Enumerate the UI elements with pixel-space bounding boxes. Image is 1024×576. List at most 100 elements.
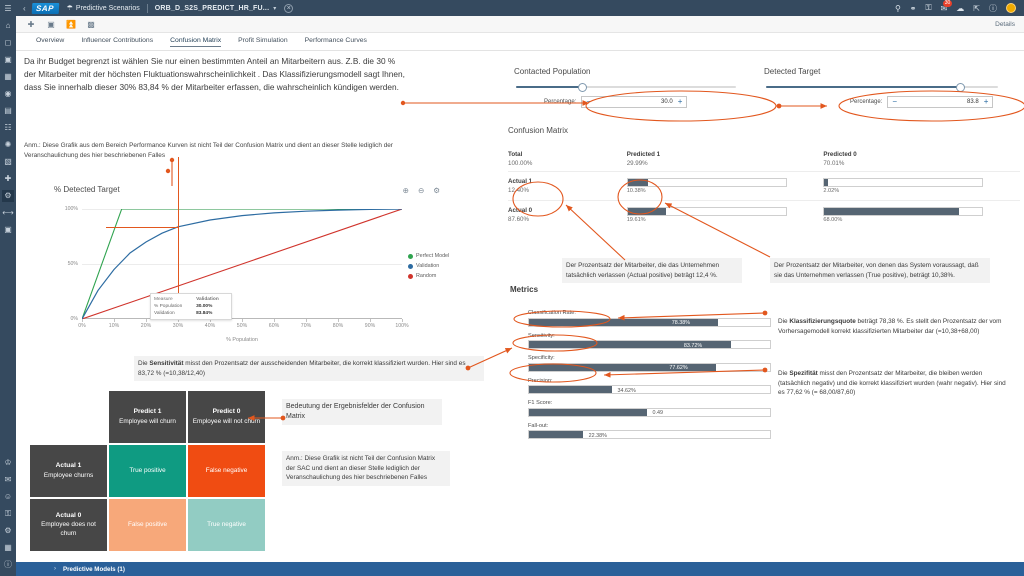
x-tickmark-80 xyxy=(338,319,339,322)
cm-row-actual-1-total: 12.40% xyxy=(508,187,529,194)
tab-confusion-matrix[interactable]: Confusion Matrix xyxy=(170,37,222,47)
user-icon[interactable]: ♔ xyxy=(2,457,14,469)
info-icon[interactable]: ⓘ xyxy=(2,559,14,571)
metric-precision: Precision: 34.62% xyxy=(528,378,771,394)
x-tick-label-40: 40% xyxy=(204,323,216,329)
cm-bar-fill-a0-p0 xyxy=(824,208,959,215)
metrics-title: Metrics xyxy=(510,285,539,294)
cm-header-predicted-0-title: Predicted 0 xyxy=(823,151,857,158)
save-icon[interactable]: ▣ xyxy=(46,20,56,29)
detected-target-value[interactable]: 83.8 xyxy=(967,99,979,105)
avatar[interactable] xyxy=(1006,3,1016,13)
message-icon[interactable]: ✉ xyxy=(2,474,14,486)
apps-icon[interactable]: ▦ xyxy=(2,542,14,554)
contacted-population-slider-track[interactable] xyxy=(516,82,736,92)
detected-target-plus-button[interactable]: + xyxy=(984,98,989,106)
left-navigation-rail[interactable]: ☰ ⌂ ◻ ▣ ▦ ◉ ▤ ☷ ✺ ▧ ✚ ⚙ ⟷ ▣ ♔ ✉ ☺ ⚿ ⚙ ▦ … xyxy=(0,0,16,576)
file-icon[interactable]: ◻ xyxy=(2,37,14,49)
back-icon[interactable]: ‹ xyxy=(23,4,26,13)
metric-f1-score-bar: 0.49 xyxy=(528,407,771,417)
x-tickmark-90 xyxy=(370,319,371,322)
presentation-icon[interactable]: ▣ xyxy=(2,54,14,66)
metric-sensitivity-bar: 83.72% xyxy=(528,340,771,349)
contacted-population-slider-knob[interactable] xyxy=(578,82,587,92)
metric-f1-score-fill xyxy=(529,408,648,416)
contacted-population-stepper[interactable]: − 30.0 + xyxy=(581,96,688,108)
search-icon[interactable]: ⚲ xyxy=(895,4,901,13)
home-icon[interactable]: ⌂ xyxy=(2,20,14,32)
contacted-population-value[interactable]: 30.0 xyxy=(661,99,673,105)
add-icon[interactable]: ✚ xyxy=(26,20,36,29)
tab-performance-curves[interactable]: Performance Curves xyxy=(305,37,367,46)
bulb-icon[interactable]: ⚿ xyxy=(926,3,932,13)
illustration-header-predict-1: Predict 1 Employee will churn xyxy=(109,391,186,443)
illustration-header-predict-0: Predict 0 Employee will not churn xyxy=(188,391,265,443)
contacted-population-plus-button[interactable]: + xyxy=(678,98,683,106)
lock-icon[interactable]: ⚿ xyxy=(2,508,14,520)
calendar-icon[interactable]: ☷ xyxy=(2,122,14,134)
detected-target-minus-button[interactable]: − xyxy=(892,98,897,106)
intro-text: Da ihr Budget begrenzt ist wählen Sie nu… xyxy=(24,56,405,92)
confusion-matrix-title: Confusion Matrix xyxy=(508,126,569,135)
metric-sensitivity-value: 83.72% xyxy=(683,342,703,349)
specificity-note-bold: Spezifität xyxy=(789,370,818,377)
sensitivity-note: Die Sensitivität misst den Prozentsatz d… xyxy=(134,356,484,382)
predictive-icon[interactable]: ⚙ xyxy=(2,190,14,202)
tab-influencer-contributions[interactable]: Influencer Contributions xyxy=(81,37,153,46)
detected-target-slider-knob[interactable] xyxy=(956,82,965,92)
legend-item-validation[interactable]: Validation xyxy=(408,263,449,269)
legend-swatch-blue xyxy=(408,263,413,269)
legend-item-random[interactable]: Random xyxy=(408,273,449,279)
settings-gear-icon[interactable]: ✺ xyxy=(2,139,14,151)
contacted-population-minus-button[interactable]: − xyxy=(586,98,591,106)
team-icon[interactable]: ☺ xyxy=(2,491,14,503)
gear-icon[interactable]: ⚙ xyxy=(2,525,14,537)
notification-icon[interactable]: ✉ 30 xyxy=(941,0,953,13)
tooltip-value-population: 30.00% xyxy=(196,304,213,309)
details-button[interactable]: Details xyxy=(995,21,1015,28)
zoom-in-icon[interactable]: ⊕ xyxy=(403,186,409,195)
close-icon[interactable]: × xyxy=(284,3,294,13)
zoom-out-icon[interactable]: ⊖ xyxy=(418,186,424,195)
scenario-breadcrumb[interactable]: ☂ Predictive Scenarios xyxy=(67,4,140,13)
pin-icon[interactable]: ⚭ xyxy=(910,4,917,13)
detected-target-stepper[interactable]: − 83.8 + xyxy=(887,96,994,108)
illustration-row-actual-0-sub: Employee does not churn xyxy=(41,521,96,537)
help-icon[interactable]: ⓘ xyxy=(989,3,997,14)
export-icon[interactable]: ⏫ xyxy=(66,20,76,29)
cm-bar-fill-a0-p1 xyxy=(627,208,667,215)
story-icon[interactable]: ▦ xyxy=(2,71,14,83)
illustration-cell-false-negative: False negative xyxy=(188,445,265,497)
metric-specificity-bar: 77.62% xyxy=(528,362,771,372)
cm-bar-fill-a1-p0 xyxy=(824,179,829,186)
chevron-down-icon[interactable]: ▾ xyxy=(273,5,276,12)
x-tickmark-20 xyxy=(146,319,147,322)
series-random xyxy=(82,209,402,319)
menu-icon[interactable]: ☰ xyxy=(2,3,14,15)
illustration-row-actual-1-title: Actual 1 xyxy=(55,461,82,469)
metrics-list: Classification Rate: 78.38% Sensitivity:… xyxy=(528,310,771,445)
tab-overview[interactable]: Overview xyxy=(36,37,64,46)
metric-classification-rate: Classification Rate: 78.38% xyxy=(528,310,771,327)
data-icon[interactable]: ▧ xyxy=(2,156,14,168)
globe-icon[interactable]: ◉ xyxy=(2,88,14,100)
legend-swatch-red xyxy=(408,273,413,279)
share-icon[interactable]: ⇱ xyxy=(973,4,980,13)
chart-icon[interactable]: ▩ xyxy=(86,20,96,29)
flow-icon[interactable]: ⟷ xyxy=(2,207,14,219)
expand-chevron-icon[interactable]: › xyxy=(54,566,56,572)
tab-profit-simulation[interactable]: Profit Simulation xyxy=(238,37,288,46)
detected-target-slider-track[interactable] xyxy=(766,82,998,92)
x-tickmark-10 xyxy=(114,319,115,322)
settings-gear-icon[interactable]: ⚙ xyxy=(433,186,440,195)
save-disk-icon[interactable]: ▣ xyxy=(2,224,14,236)
analytics-icon[interactable]: ▤ xyxy=(2,105,14,117)
legend-item-perfect-model[interactable]: Perfect Model xyxy=(408,253,449,259)
metric-specificity-value: 77.62% xyxy=(669,365,688,371)
metric-fall-out-label: Fall-out: xyxy=(528,422,549,429)
x-tickmark-60 xyxy=(274,319,275,322)
collaboration-icon[interactable]: ☁ xyxy=(956,4,964,13)
metric-sensitivity-label: Sensitivity: xyxy=(528,332,555,339)
plus-circle-icon[interactable]: ✚ xyxy=(2,173,14,185)
predictive-models-label[interactable]: Predictive Models (1) xyxy=(63,566,125,573)
